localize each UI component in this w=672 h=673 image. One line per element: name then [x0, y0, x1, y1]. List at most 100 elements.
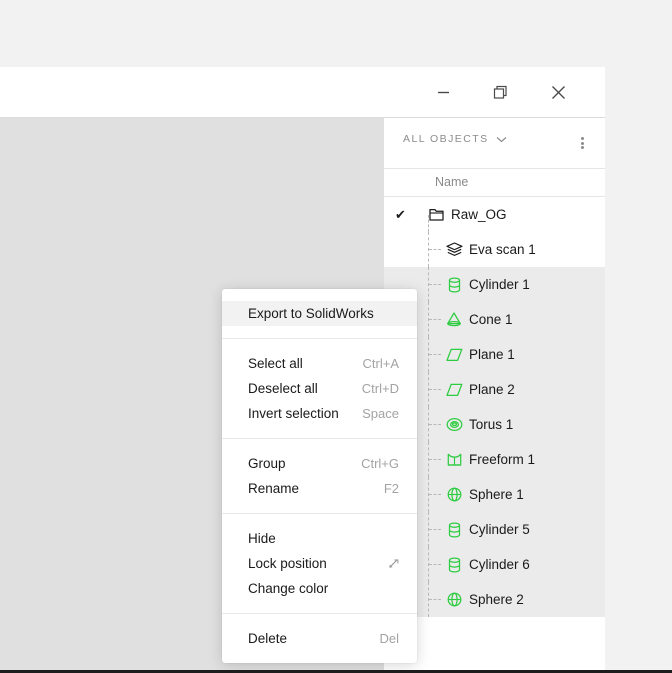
object-name-label: Cylinder 1: [469, 277, 530, 292]
menu-spacer: [222, 614, 417, 626]
menu-item-rename[interactable]: Rename F2: [222, 476, 417, 501]
torus-icon: [443, 407, 465, 442]
menu-item-label: Rename: [248, 481, 300, 496]
menu-item-deselect-all[interactable]: Deselect all Ctrl+D: [222, 376, 417, 401]
menu-item-change-color[interactable]: Change color: [222, 576, 417, 601]
close-button[interactable]: [530, 67, 586, 117]
menu-item-label: Select all: [248, 356, 303, 371]
menu-item-delete[interactable]: Delete Del: [222, 626, 417, 651]
object-row-freeform-1[interactable]: Freeform 1: [384, 442, 605, 477]
object-row-cylinder-6[interactable]: Cylinder 6: [384, 547, 605, 582]
tree-branch-line: [429, 564, 441, 565]
dot: [580, 141, 584, 145]
menu-spacer: [222, 439, 417, 451]
plane-icon: [443, 337, 465, 372]
menu-item-invert-selection[interactable]: Invert selection Space: [222, 401, 417, 426]
object-row-torus-1[interactable]: Torus 1: [384, 407, 605, 442]
menu-item-label: Change color: [248, 581, 329, 596]
tree-branch-line: [429, 599, 441, 600]
dot: [580, 146, 584, 149]
menu-item-shortcut: Ctrl+D: [361, 381, 399, 396]
folder-icon: [425, 197, 447, 232]
menu-item-shortcut: F2: [383, 481, 399, 496]
menu-spacer: [222, 426, 417, 438]
title-bar: [0, 67, 605, 118]
menu-item-select-all[interactable]: Select all Ctrl+A: [222, 351, 417, 376]
menu-spacer: [222, 514, 417, 526]
menu-item-shortcut: Ctrl+A: [362, 356, 399, 371]
context-menu[interactable]: Export to SolidWorks Select all Ctrl+A Dese…: [222, 289, 417, 663]
object-row-sphere-1[interactable]: Sphere 1: [384, 477, 605, 512]
restore-button[interactable]: [472, 67, 528, 117]
tree-branch-line: [429, 459, 441, 460]
cylinder-icon: [443, 547, 465, 582]
object-name-label: Plane 2: [469, 382, 515, 397]
minimize-button[interactable]: [415, 67, 471, 117]
dot: [580, 137, 584, 140]
menu-item-shortcut: Space: [362, 406, 399, 421]
menu-item-hide[interactable]: Hide: [222, 526, 417, 551]
sphere-icon: [443, 477, 465, 512]
column-header-name: Name: [435, 175, 469, 189]
cone-icon: [443, 302, 465, 337]
menu-item-label: Deselect all: [248, 381, 318, 396]
menu-item-export-to-solidworks[interactable]: Export to SolidWorks: [222, 301, 417, 326]
cylinder-icon: [443, 512, 465, 547]
freeform-icon: [443, 442, 465, 477]
menu-spacer: [222, 289, 417, 301]
restore-window-icon: [492, 84, 509, 101]
object-row-eva-scan-1[interactable]: Eva scan 1: [384, 232, 605, 267]
objects-panel-header: ALL OBJECTS: [384, 118, 605, 169]
object-row-cylinder-5[interactable]: Cylinder 5: [384, 512, 605, 547]
tree-branch-line: [429, 529, 441, 530]
object-name-label: Raw_OG: [451, 207, 507, 222]
menu-item-group[interactable]: Group Ctrl+G: [222, 451, 417, 476]
object-row-sphere-2[interactable]: ✔Sphere 2: [384, 582, 605, 617]
more-vertical-icon[interactable]: [570, 131, 594, 155]
menu-item-label: Hide: [248, 531, 276, 546]
tree-branch-line: [429, 284, 441, 285]
layers-icon: [443, 232, 465, 267]
object-row-cylinder-1[interactable]: Cylinder 1: [384, 267, 605, 302]
object-name-label: Cylinder 5: [469, 522, 530, 537]
sphere-icon: [443, 582, 465, 617]
menu-item-shortcut: Ctrl+G: [361, 456, 399, 471]
tree-branch-line: [429, 424, 441, 425]
object-name-label: Sphere 2: [469, 592, 524, 607]
menu-item-label: Lock position: [248, 556, 327, 571]
menu-spacer: [222, 501, 417, 513]
menu-item-shortcut: Del: [379, 631, 399, 646]
tree-branch-line: [429, 494, 441, 495]
object-row-raw-og[interactable]: ✔ Raw_OG: [384, 197, 605, 232]
object-name-label: Cylinder 6: [469, 557, 530, 572]
object-visibility-checkbox[interactable]: [384, 232, 417, 267]
tree-branch-line: [429, 354, 441, 355]
object-name-label: Sphere 1: [469, 487, 524, 502]
menu-spacer: [222, 651, 417, 663]
menu-item-label: Delete: [248, 631, 288, 646]
tree-branch-line: [429, 389, 441, 390]
object-name-label: Eva scan 1: [469, 242, 536, 257]
object-name-label: Cone 1: [469, 312, 513, 327]
object-row-cone-1[interactable]: Cone 1: [384, 302, 605, 337]
screen: ALL OBJECTS Name ✔ Raw_OG Eva scan 1 Cyl…: [0, 0, 672, 673]
list-column-header: Name: [384, 169, 605, 197]
menu-item-label: Group: [248, 456, 286, 471]
menu-item-lock-position[interactable]: Lock position: [222, 551, 417, 576]
plane-icon: [443, 372, 465, 407]
close-icon: [550, 84, 567, 101]
menu-spacer: [222, 339, 417, 351]
all-objects-dropdown[interactable]: ALL OBJECTS: [403, 130, 507, 148]
objects-panel: ALL OBJECTS Name ✔ Raw_OG Eva scan 1 Cyl…: [384, 118, 605, 671]
menu-spacer: [222, 601, 417, 613]
menu-item-label: Export to SolidWorks: [248, 306, 374, 321]
object-row-plane-1[interactable]: Plane 1: [384, 337, 605, 372]
object-name-label: Plane 1: [469, 347, 515, 362]
menu-item-label: Invert selection: [248, 406, 339, 421]
app-window: ALL OBJECTS Name ✔ Raw_OG Eva scan 1 Cyl…: [0, 67, 605, 671]
object-name-label: Torus 1: [469, 417, 514, 432]
object-row-plane-2[interactable]: Plane 2: [384, 372, 605, 407]
minimize-icon: [436, 85, 451, 100]
object-visibility-checkbox[interactable]: ✔: [384, 197, 417, 232]
all-objects-label: ALL OBJECTS: [403, 133, 489, 145]
